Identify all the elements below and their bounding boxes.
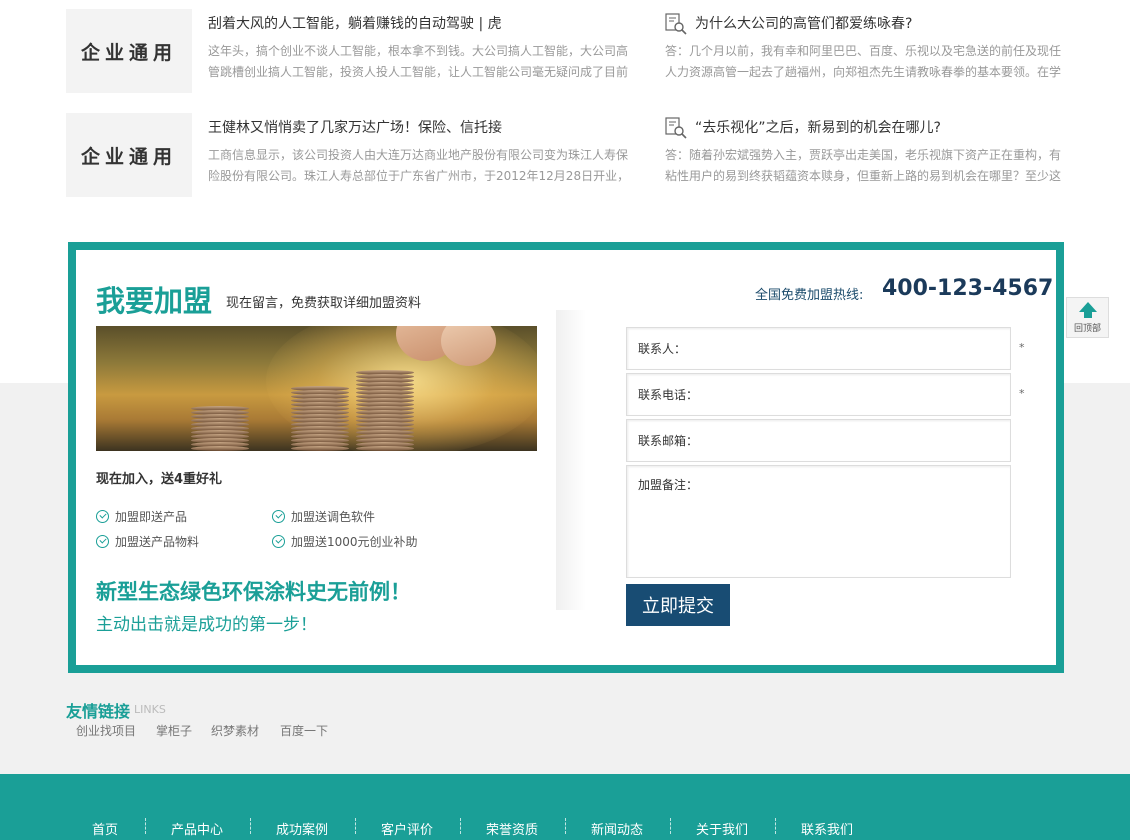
footer: 首页 产品中心 成功案例 客户评价 荣誉资质 新闻动态 关于我们 联系我们 [0,774,1130,840]
slogan-secondary: 主动出击就是成功的第一步！ [96,615,317,635]
check-circle-icon [272,535,285,548]
qa-description: 答：几个月以前，我有幸和阿里巴巴、百度、乐视以及宅急送的前任及现任人力资源高管一… [665,44,1062,79]
news-description: 这年头，搞个创业不谈人工智能，根本拿不到钱。大公司搞人工智能，大公司高管跳槽创业… [208,44,629,79]
email-field[interactable]: 联系邮箱： [626,419,1011,462]
footer-nav-contact[interactable]: 联系我们 [801,819,853,838]
search-doc-icon [665,13,687,35]
benefit-item: 加盟送调色软件 [272,508,375,525]
news-thumbnail[interactable]: 企业通用 [66,9,192,93]
hotline-label: 全国免费加盟热线: [755,288,864,303]
note-textarea[interactable]: 加盟备注： [626,465,1011,578]
qa-item[interactable]: “去乐视化”之后，新易到的机会在哪儿? 答：随着孙宏斌强势入主，贾跃亭出走美国，… [665,115,1065,199]
qa-title[interactable]: “去乐视化”之后，新易到的机会在哪儿? [695,117,941,137]
slogan-primary: 新型生态绿色环保涂料史无前例！ [96,580,411,604]
footer-nav-about[interactable]: 关于我们 [696,819,748,838]
check-circle-icon [96,510,109,523]
qa-item[interactable]: 为什么大公司的高管们都爱练咏春? 答：几个月以前，我有幸和阿里巴巴、百度、乐视以… [665,11,1065,95]
submit-button[interactable]: 立即提交 [626,584,730,626]
friend-link[interactable]: 创业找项目 [76,722,136,739]
search-doc-icon [665,117,687,139]
links-title: 友情链接 [66,702,131,721]
join-title: 我要加盟 [96,284,213,318]
friend-link[interactable]: 掌柜子 [156,722,192,739]
contact-name-field[interactable]: 联系人： [626,327,1011,370]
links-title-en: LINKS [134,703,166,716]
phone-field[interactable]: 联系电话： [626,373,1011,416]
footer-nav-reviews[interactable]: 客户评价 [381,819,433,838]
gift-title: 现在加入，送4重好礼 [96,472,223,487]
footer-nav-news[interactable]: 新闻动态 [591,819,643,838]
required-mark: * [1019,341,1025,354]
news-thumbnail[interactable]: 企业通用 [66,113,192,197]
join-subtitle: 现在留言，免费获取详细加盟资料 [226,296,422,311]
news-item[interactable]: 企业通用 刮着大风的人工智能，躺着赚钱的自动驾驶 | 虎 这年头，搞个创业不谈人… [66,9,646,93]
benefit-item: 加盟即送产品 [96,508,187,525]
news-item[interactable]: 企业通用 王健林又悄悄卖了几家万达广场！保险、信托接 工商信息显示，该公司投资人… [66,113,646,197]
qa-description: 答：随着孙宏斌强势入主，贾跃亭出走美国，老乐视旗下资产正在重构，有粘性用户的易到… [665,148,1062,183]
check-circle-icon [96,535,109,548]
benefit-item: 加盟送1000元创业补助 [272,533,418,550]
required-mark: * [1019,387,1025,400]
benefit-item: 加盟送产品物料 [96,533,199,550]
friend-link[interactable]: 织梦素材 [211,722,259,739]
friend-link[interactable]: 百度一下 [280,722,328,739]
join-panel: 我要加盟 现在留言，免费获取详细加盟资料 全国免费加盟热线: 400-123-4… [68,242,1064,673]
footer-nav-home[interactable]: 首页 [92,819,118,838]
coins-photo [96,326,537,451]
news-description: 工商信息显示，该公司投资人由大连万达商业地产股份有限公司变为珠江人寿保险股份有限… [208,148,630,183]
check-circle-icon [272,510,285,523]
qa-title[interactable]: 为什么大公司的高管们都爱练咏春? [695,13,912,33]
hotline-number: 400-123-4567 [882,276,1054,301]
news-title[interactable]: 王健林又悄悄卖了几家万达广场！保险、信托接 [208,117,502,137]
arrow-up-icon [1078,302,1097,312]
back-to-top-button[interactable]: 回顶部 [1066,297,1109,338]
footer-nav-cases[interactable]: 成功案例 [276,819,328,838]
footer-nav-products[interactable]: 产品中心 [171,819,223,838]
footer-nav-honors[interactable]: 荣誉资质 [486,819,538,838]
news-title[interactable]: 刮着大风的人工智能，躺着赚钱的自动驾驶 | 虎 [208,13,502,33]
